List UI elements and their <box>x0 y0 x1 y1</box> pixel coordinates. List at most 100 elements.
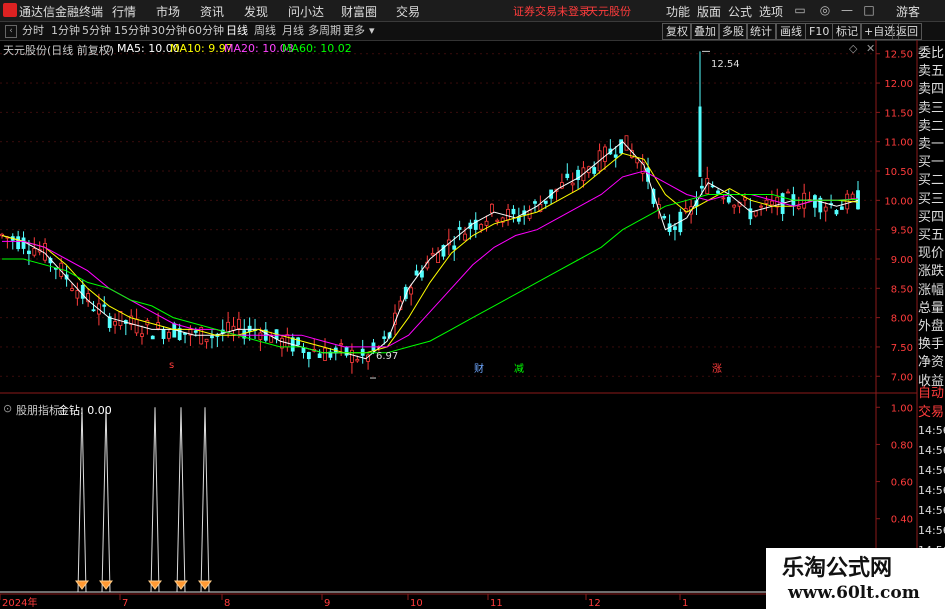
period-daily[interactable]: 日线 <box>226 23 248 39</box>
trade-time: 14:56 <box>918 424 945 437</box>
x-tick-label: 11 <box>490 598 503 609</box>
quote-label: 总量 <box>918 300 945 316</box>
candle-body <box>177 328 182 341</box>
candle-body <box>21 237 26 249</box>
candle-body <box>210 336 214 339</box>
btn-tongji[interactable]: 统计 <box>746 23 776 40</box>
window-restore-icon[interactable]: ▭ <box>793 2 807 18</box>
indicator-plot <box>0 407 858 593</box>
menu-gongshi[interactable]: 公式 <box>728 3 752 20</box>
candle-body <box>565 173 570 179</box>
minimize-icon[interactable]: — <box>840 2 854 18</box>
menu-jiaoyi[interactable]: 交易 <box>396 3 420 20</box>
candle-body <box>726 196 731 203</box>
quote-label: 卖三 <box>918 100 945 116</box>
candle-body <box>603 146 607 162</box>
app-name: 通达信金融终端 <box>19 5 104 19</box>
btn-fuquan[interactable]: 复权 <box>662 23 692 40</box>
menu-shichang[interactable]: 市场 <box>156 3 180 20</box>
app-logo-icon <box>3 3 17 17</box>
menu-faxian[interactable]: 发现 <box>244 3 268 20</box>
kline-chart[interactable]: 7.007.508.008.509.009.5010.0010.5011.001… <box>0 40 945 609</box>
ma60-value: MA60: 10.02 <box>282 42 352 55</box>
settings-gear-icon[interactable]: ⊙ <box>103 42 112 55</box>
period-weekly[interactable]: 周线 <box>254 23 276 39</box>
candle-body <box>161 329 166 339</box>
x-tick-label: 10 <box>410 598 423 609</box>
period-15min[interactable]: 15分钟 <box>114 23 150 39</box>
btn-biaoji[interactable]: 标记 <box>832 23 862 40</box>
candle-body <box>495 219 500 222</box>
candle-body <box>484 220 489 226</box>
menu-banmian[interactable]: 版面 <box>697 3 721 20</box>
candle-body <box>823 206 828 212</box>
chevron-left-icon[interactable]: ‹ <box>5 25 17 38</box>
candle-body <box>296 337 301 345</box>
period-toolbar: ‹ 分时 1分钟 5分钟 15分钟 30分钟 60分钟 日线 周线 月线 多周期… <box>0 22 945 41</box>
candle-body <box>27 250 31 255</box>
trade-time: 14:56 <box>918 444 945 457</box>
y-tick-label: 9.00 <box>891 255 913 266</box>
quote-label: 买二 <box>918 173 945 189</box>
candle-body <box>479 224 484 230</box>
watermark-title: 乐淘公式网 <box>766 548 945 581</box>
btn-huaxian[interactable]: 画线 <box>776 23 806 40</box>
period-multi[interactable]: 多周期 <box>308 23 341 39</box>
high-candle <box>698 106 702 177</box>
btn-diejia[interactable]: 叠加 <box>690 23 720 40</box>
period-5min[interactable]: 5分钟 <box>82 23 111 39</box>
candle-body <box>350 349 354 363</box>
settings-icon[interactable]: ◎ <box>818 2 832 18</box>
candle-body <box>355 358 360 362</box>
candle-body <box>769 200 774 206</box>
candle-body <box>414 270 419 276</box>
menu-xuanxiang[interactable]: 选项 <box>759 3 783 20</box>
watermark-line1: 乐淘公式网 <box>782 556 893 581</box>
candle-body <box>306 352 311 360</box>
menu-hangqing[interactable]: 行情 <box>112 3 136 20</box>
period-more[interactable]: 更多 <box>343 23 365 39</box>
y-tick-label: 12.00 <box>884 79 913 90</box>
marker-s[interactable]: s <box>169 360 174 371</box>
guest-label[interactable]: 游客 <box>896 3 920 20</box>
btn-duogu[interactable]: 多股 <box>718 23 748 40</box>
candle-body <box>382 336 387 339</box>
candle-body <box>457 227 462 230</box>
period-30min[interactable]: 30分钟 <box>151 23 187 39</box>
maximize-icon[interactable]: □ <box>862 2 876 18</box>
menu-wenxiaoda[interactable]: 问小达 <box>288 3 324 20</box>
period-60min[interactable]: 60分钟 <box>188 23 224 39</box>
candle-body <box>856 190 860 210</box>
period-monthly[interactable]: 月线 <box>282 23 304 39</box>
indicator-value: 金钻: 0.00 <box>58 404 112 417</box>
marker-cai[interactable]: 财 <box>474 360 484 375</box>
more-dropdown-icon[interactable]: ▾ <box>369 23 375 39</box>
period-fenshi[interactable]: 分时 <box>22 23 44 39</box>
period-1min[interactable]: 1分钟 <box>51 23 80 39</box>
indicator-name: 股朋指标 <box>16 404 60 417</box>
candle-body <box>753 210 758 217</box>
marker-jian[interactable]: 减 <box>514 360 524 375</box>
menu-gongneng[interactable]: 功能 <box>666 3 690 20</box>
close-icon[interactable]: ✕ <box>866 42 875 55</box>
menu-zixun[interactable]: 资讯 <box>200 3 224 20</box>
candle-body <box>506 208 510 221</box>
signal-spike <box>176 407 186 593</box>
menu-caifuquan[interactable]: 财富圈 <box>341 3 377 20</box>
btn-fanhui[interactable]: 返回 <box>892 23 922 40</box>
candle-body <box>662 216 667 219</box>
indicator-toggle-icon[interactable]: ⊙ <box>3 402 12 415</box>
trade-time: 14:56 <box>918 504 945 517</box>
marker-zhang[interactable]: 涨 <box>712 360 722 375</box>
trade-login-warning[interactable]: 证券交易未登录 <box>513 3 590 19</box>
trade-time: 14:56 <box>918 484 945 497</box>
quote-label: 卖一 <box>918 137 945 152</box>
btn-f10[interactable]: F10 <box>805 23 834 40</box>
high-annotation: 12.54 <box>711 59 740 70</box>
diamond-icon[interactable]: ◇ <box>849 42 857 55</box>
candles <box>0 50 860 379</box>
candle-body <box>813 195 817 208</box>
sub-y-tick-label: 0.40 <box>891 515 913 526</box>
candle-body <box>721 197 726 200</box>
candle-body <box>317 353 322 358</box>
